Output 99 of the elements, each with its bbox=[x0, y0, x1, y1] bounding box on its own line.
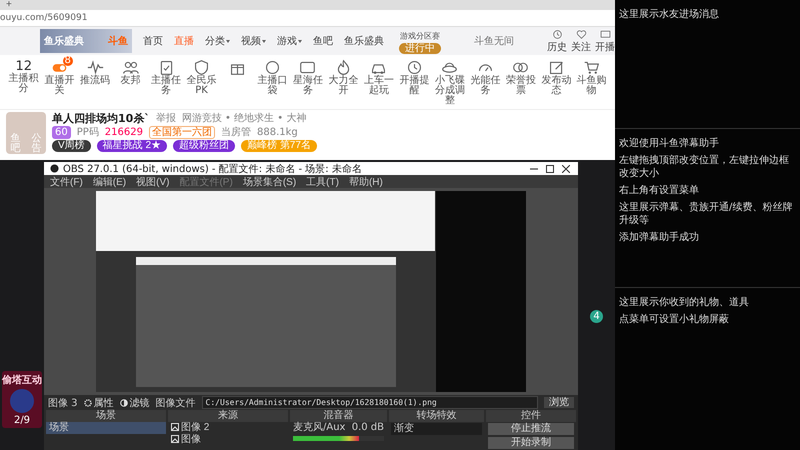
header-action[interactable]: 关注 bbox=[571, 28, 591, 54]
toolbar-item[interactable]: 上车一起玩 bbox=[362, 59, 396, 96]
gear-icon bbox=[84, 398, 92, 407]
toolbar-item[interactable]: 星海任务 bbox=[290, 59, 326, 96]
menu-item[interactable]: 编辑(E) bbox=[92, 174, 126, 188]
room-admin-link[interactable]: 当房管 bbox=[220, 126, 251, 139]
half-circle-icon bbox=[120, 398, 128, 407]
toolbar-item[interactable]: 光能任务 bbox=[468, 59, 503, 96]
toolbar-item[interactable]: 推流码 bbox=[78, 59, 112, 86]
category-path[interactable]: 网游竞技 • 绝地求生 • 大神 bbox=[182, 112, 306, 125]
browse-button[interactable]: 浏览 bbox=[544, 397, 574, 408]
transition-select[interactable]: 渐变 bbox=[391, 423, 482, 435]
dock-header: 转场特效 bbox=[389, 410, 484, 422]
nav-link[interactable]: 首页 bbox=[143, 34, 163, 48]
hot-count: 216629 bbox=[104, 126, 143, 139]
audio-level-reading: 0.0 dB bbox=[352, 422, 384, 434]
toolbar-item[interactable]: 荣誉投票 bbox=[504, 59, 538, 96]
image-icon bbox=[171, 435, 179, 444]
toolbar-item[interactable]: 开播提醒 bbox=[397, 59, 432, 96]
circle-icon bbox=[264, 59, 281, 76]
menu-item[interactable]: 帮助(H) bbox=[348, 174, 383, 188]
toolbar-item[interactable]: 全民乐PK bbox=[184, 59, 219, 96]
dock-header: 控件 bbox=[486, 410, 576, 422]
audio-channel-name: 麦克风/Aux bbox=[293, 422, 346, 434]
obs-logo-icon bbox=[50, 164, 59, 173]
source-item[interactable]: 图像 bbox=[168, 434, 288, 446]
rank-pill[interactable]: V周榜 bbox=[52, 140, 91, 152]
monitor-icon bbox=[600, 28, 610, 40]
nav-link[interactable]: 分类 bbox=[205, 34, 230, 48]
menu-item[interactable]: 文件(F) bbox=[50, 174, 83, 188]
cart-icon bbox=[583, 59, 600, 76]
heart-icon bbox=[576, 28, 586, 40]
room-title: 单人四排场均10杀` bbox=[52, 112, 150, 125]
control-button[interactable]: 开始录制 bbox=[488, 437, 574, 449]
header-action[interactable]: 开播 bbox=[595, 28, 615, 54]
filters-button[interactable]: 滤镜 bbox=[120, 396, 150, 410]
source-item[interactable]: 图像 2 bbox=[168, 422, 288, 434]
rank-pill[interactable]: 超级粉丝团 bbox=[173, 140, 236, 152]
assistant-message: 这里展示你收到的礼物、道具 bbox=[619, 296, 750, 309]
toolbar-item[interactable]: 大力全开 bbox=[326, 59, 361, 96]
count-badge: 4 bbox=[590, 310, 603, 323]
menu-item[interactable]: 视图(V) bbox=[136, 174, 170, 188]
rank-pill[interactable]: 福星挑战 2★ bbox=[96, 140, 168, 152]
caret-icon bbox=[226, 40, 230, 43]
toolbar-item[interactable]: 主播任务 bbox=[148, 59, 184, 96]
nav-link[interactable]: 视频 bbox=[241, 34, 266, 48]
assistant-message: 右上角有设置菜单 bbox=[619, 184, 700, 197]
level-badge: 60 bbox=[52, 126, 71, 139]
score-label: 主播积分 bbox=[8, 74, 40, 94]
close-button[interactable] bbox=[560, 164, 572, 174]
assistant-message: 这里展示水友进场消息 bbox=[619, 8, 720, 21]
assistant-message: 左键拖拽顶部改变位置，左键拉伸边框改变大小 bbox=[619, 154, 790, 180]
report-link[interactable]: 举报 bbox=[156, 112, 176, 125]
event-title: 游戏分区赛 bbox=[400, 30, 440, 42]
shield-icon bbox=[193, 59, 210, 76]
maximize-button[interactable] bbox=[544, 164, 556, 174]
file-label: 图像文件 bbox=[156, 396, 196, 410]
edit-icon bbox=[548, 59, 565, 76]
caret-icon bbox=[298, 40, 302, 43]
new-tab-button[interactable]: + bbox=[6, 0, 12, 10]
waveform-icon bbox=[86, 59, 104, 76]
caret-icon bbox=[262, 40, 266, 43]
maximize-icon bbox=[546, 164, 554, 172]
source-name: 图像 3 bbox=[48, 396, 78, 410]
address-bar-url[interactable]: ouyu.com/5609091 bbox=[0, 13, 88, 23]
clock-icon bbox=[406, 59, 423, 76]
file-path-field[interactable]: C:/Users/Administrator/Desktop/1628180160(1).png bbox=[202, 396, 538, 409]
image-icon bbox=[171, 423, 179, 432]
assistant-message: 点菜单可设置小礼物屏蔽 bbox=[619, 313, 730, 326]
toolbar-item[interactable]: 斗鱼购物 bbox=[574, 59, 609, 96]
nav-link[interactable]: 游戏 bbox=[277, 34, 302, 48]
rounded-rect-icon bbox=[299, 59, 316, 76]
dock-header: 来源 bbox=[168, 410, 288, 422]
dock-header: 混音器 bbox=[290, 410, 387, 422]
scene-item[interactable]: 场景 bbox=[46, 422, 166, 434]
clock-icon bbox=[552, 28, 562, 40]
assistant-message: 这里展示弹幕、贵族开通/续费、粉丝牌升级等 bbox=[619, 201, 794, 227]
toolbar-item[interactable]: 发布动态 bbox=[539, 59, 574, 96]
assistant-message: 欢迎使用斗鱼弹幕助手 bbox=[619, 137, 720, 150]
menu-item[interactable]: 工具(T) bbox=[306, 174, 339, 188]
toolbar-item[interactable]: 小飞碟分成调整 bbox=[432, 59, 468, 106]
control-button[interactable]: 停止推流 bbox=[488, 423, 574, 435]
header-action[interactable]: 历史 bbox=[547, 28, 567, 54]
window-title: OBS 27.0.1 (64-bit, windows) - 配置文件: 未命名 - 场景: 未命名 bbox=[63, 162, 363, 176]
toolbar-item[interactable]: 友邦 bbox=[113, 59, 148, 86]
weight-value: 888.1kg bbox=[256, 126, 298, 139]
people-icon bbox=[122, 59, 140, 76]
nav-link[interactable]: 鱼乐盛典 bbox=[344, 34, 384, 48]
dock-header: 场景 bbox=[46, 410, 166, 422]
search-field[interactable]: 斗鱼无间 bbox=[472, 34, 536, 48]
close-icon bbox=[562, 164, 570, 172]
properties-button[interactable]: 属性 bbox=[84, 396, 114, 410]
streamer-name: PP码 bbox=[76, 126, 99, 139]
score-value: 12 bbox=[15, 59, 32, 74]
nav-link[interactable]: 鱼吧 bbox=[313, 34, 333, 48]
interaction-widget[interactable]: 偷塔互动 2/9 bbox=[2, 371, 42, 428]
assistant-message: 添加弹幕助手成功 bbox=[619, 231, 700, 244]
menu-item[interactable]: 场景集合(S) bbox=[242, 174, 296, 188]
toolbar-item[interactable]: 主播口袋 bbox=[255, 59, 290, 96]
